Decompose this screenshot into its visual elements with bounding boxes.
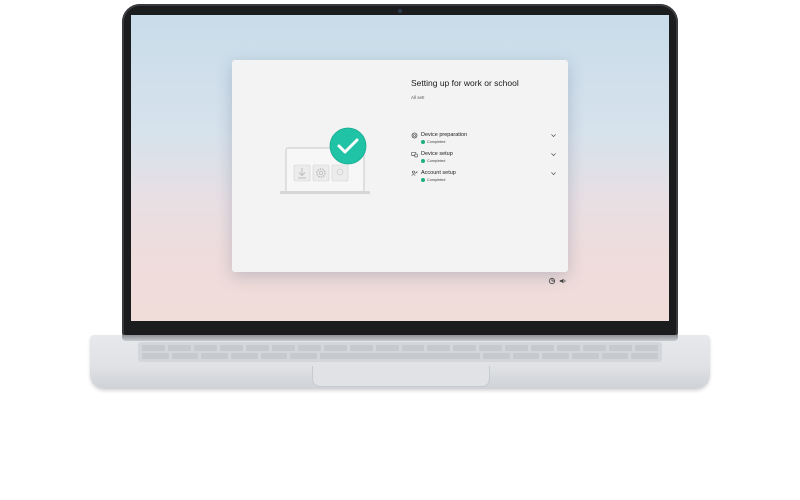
- step-account-setup[interactable]: Account setup Completed: [411, 170, 557, 186]
- user-placeholder-icon: [331, 164, 349, 182]
- step-status: Completed: [427, 177, 446, 182]
- status-completed-icon: [421, 159, 425, 163]
- window-title: Setting up for work or school: [411, 78, 519, 88]
- accessibility-icon[interactable]: [548, 277, 556, 285]
- download-icon: [293, 164, 311, 182]
- setup-window: Setting up for work or school All set! D…: [232, 60, 568, 272]
- chevron-down-icon[interactable]: [550, 170, 557, 177]
- checkmark-badge-icon: [329, 127, 367, 165]
- devices-icon: [411, 152, 418, 158]
- chevron-down-icon[interactable]: [550, 151, 557, 158]
- status-completed-icon: [421, 140, 425, 144]
- status-completed-icon: [421, 178, 425, 182]
- person-key-icon: [411, 170, 418, 176]
- step-device-setup[interactable]: Device setup Completed: [411, 151, 557, 167]
- settings-gear-icon: [312, 164, 330, 182]
- setup-complete-illustration: [280, 127, 370, 194]
- step-label: Account setup: [421, 170, 456, 176]
- volume-icon[interactable]: [559, 277, 567, 285]
- step-device-preparation[interactable]: Device preparation Completed: [411, 132, 557, 148]
- step-status: Completed: [427, 158, 446, 163]
- chevron-down-icon[interactable]: [550, 132, 557, 139]
- step-label: Device setup: [421, 151, 453, 157]
- laptop-hinge: [122, 335, 678, 341]
- camera: [398, 9, 402, 13]
- screen: Setting up for work or school All set! D…: [131, 15, 669, 321]
- gear-icon: [411, 132, 418, 139]
- step-status: Completed: [427, 139, 446, 144]
- step-label: Device preparation: [421, 132, 468, 138]
- trackpad: [312, 366, 490, 387]
- keyboard: [138, 342, 662, 362]
- window-subtitle: All set!: [411, 95, 425, 100]
